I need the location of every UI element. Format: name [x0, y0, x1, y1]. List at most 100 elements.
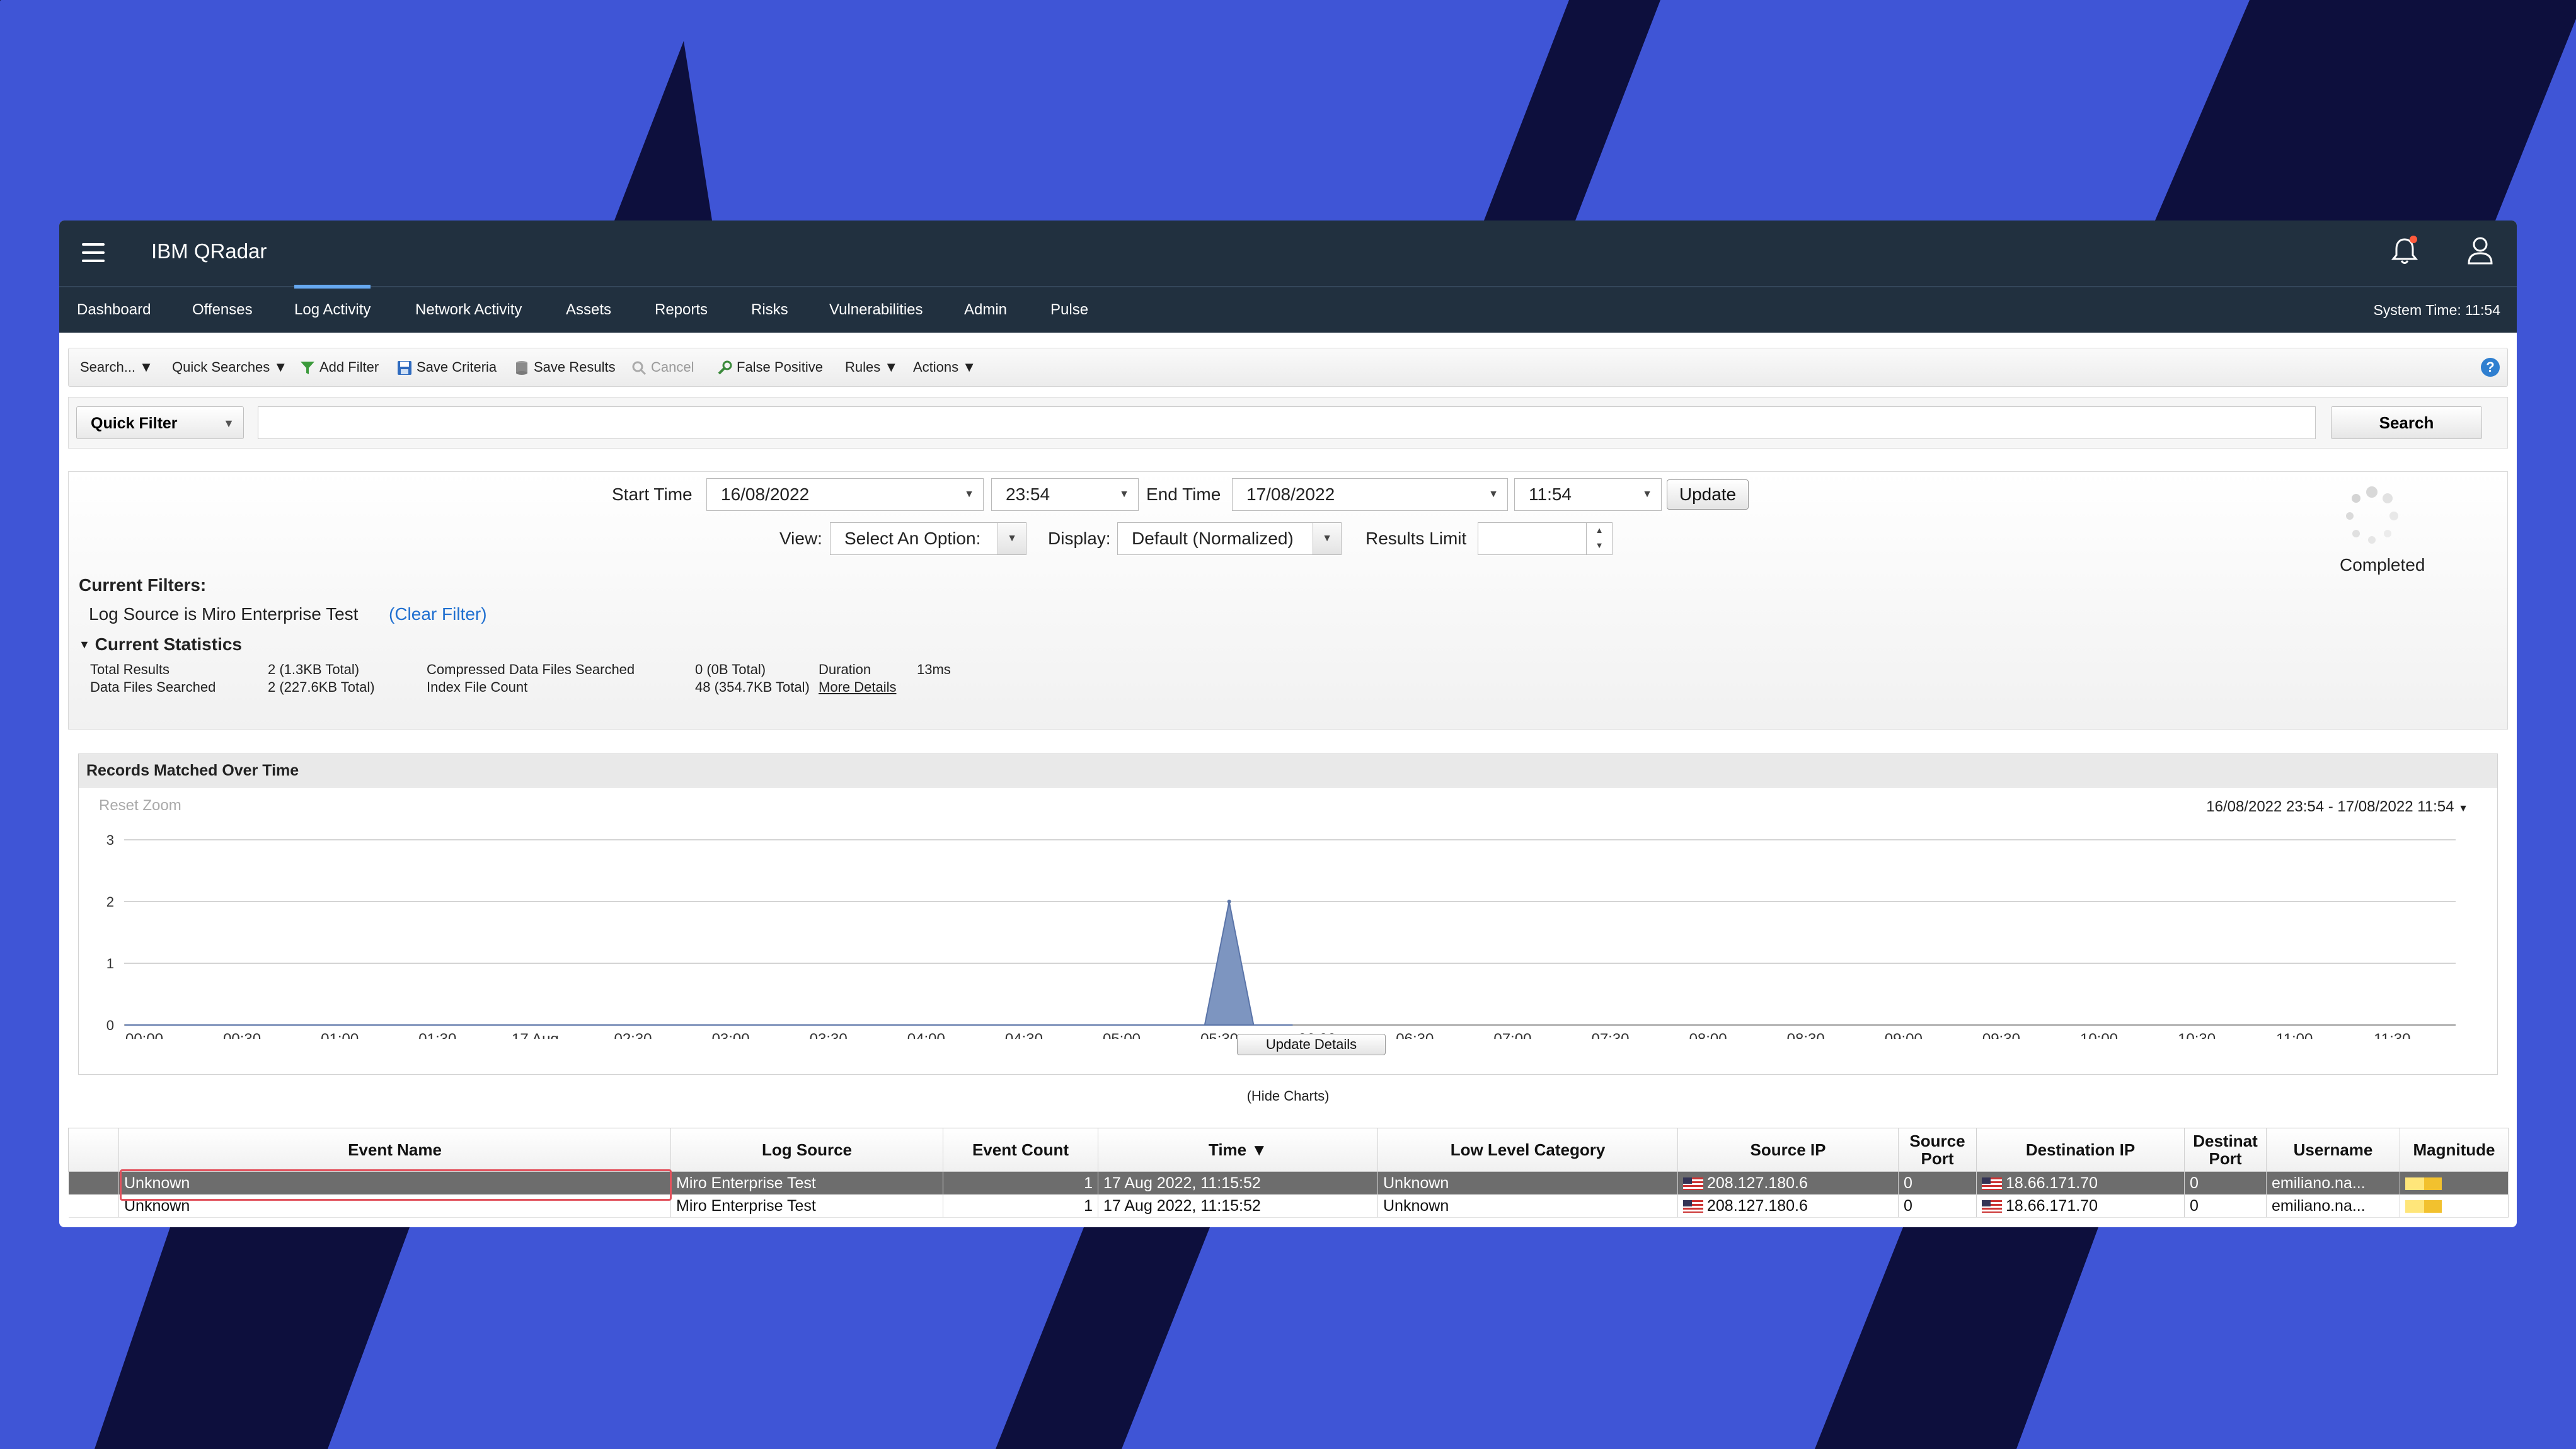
column-header-destination-port[interactable]: Destinat Port: [2184, 1128, 2267, 1172]
background-stripe-1: [614, 41, 712, 220]
save-results-label: Save Results: [534, 359, 616, 375]
destination-ip-cell[interactable]: 18.66.171.70: [1976, 1171, 2185, 1194]
update-details-button[interactable]: Update Details: [1237, 1034, 1386, 1055]
toolbar: Search... ▼ Quick Searches ▼ Add Filter …: [68, 348, 2508, 387]
false-positive-label: False Positive: [737, 359, 823, 375]
quick-searches-menu[interactable]: Quick Searches ▼: [172, 355, 287, 380]
top-bar: IBM QRadar: [59, 220, 2517, 286]
end-time-select[interactable]: 11:54 ▼: [1514, 478, 1662, 511]
magnitude-cell[interactable]: [2400, 1194, 2509, 1218]
column-header-time[interactable]: Time ▼: [1098, 1128, 1378, 1172]
log-source-cell[interactable]: Miro Enterprise Test: [670, 1171, 943, 1194]
x-tick-label: 00:00: [125, 1031, 163, 1039]
results-limit-label: Results Limit: [1366, 529, 1467, 548]
destination-port-cell[interactable]: 0: [2184, 1171, 2267, 1194]
results-limit-input[interactable]: ▲ ▼: [1478, 522, 1613, 555]
column-header-magnitude[interactable]: Magnitude: [2400, 1128, 2509, 1172]
tab-assets[interactable]: Assets: [566, 299, 611, 321]
y-tick-label: 3: [106, 832, 114, 848]
category-cell[interactable]: Unknown: [1377, 1194, 1678, 1218]
x-tick-label: 09:00: [1885, 1031, 1923, 1039]
more-details-link[interactable]: More Details: [819, 679, 896, 696]
rules-menu[interactable]: Rules ▼: [845, 355, 898, 380]
current-statistics-toggle[interactable]: ▼ Current Statistics: [79, 632, 242, 657]
display-value: Default (Normalized): [1132, 529, 1294, 548]
username-cell[interactable]: emiliano.na...: [2266, 1194, 2400, 1218]
tab-log-activity[interactable]: Log Activity: [294, 285, 371, 321]
chevron-down-icon: ▼: [964, 489, 974, 500]
tab-vulnerabilities[interactable]: Vulnerabilities: [829, 299, 923, 321]
clear-filter-link[interactable]: (Clear Filter): [389, 602, 487, 627]
column-header-low-level-category[interactable]: Low Level Category: [1377, 1128, 1678, 1172]
tab-network-activity[interactable]: Network Activity: [415, 299, 522, 321]
event-name-cell[interactable]: Unknown: [118, 1194, 671, 1218]
destination-port-cell[interactable]: 0: [2184, 1194, 2267, 1218]
quick-filter-dropdown[interactable]: Quick Filter ▼: [76, 406, 244, 439]
column-header-destination-ip[interactable]: Destination IP: [1976, 1128, 2185, 1172]
magnitude-cell[interactable]: [2400, 1171, 2509, 1194]
tab-risks[interactable]: Risks: [751, 299, 788, 321]
background-stripe-3: [2155, 0, 2576, 220]
actions-menu[interactable]: Actions ▼: [913, 355, 976, 380]
current-statistics-label: Current Statistics: [95, 634, 243, 654]
y-tick-label: 2: [106, 894, 114, 910]
compressed-files-value: 0 (0B Total): [695, 662, 766, 677]
tab-dashboard[interactable]: Dashboard: [77, 299, 151, 321]
quick-filter-label: Quick Filter: [91, 415, 178, 432]
column-header-log-source[interactable]: Log Source: [670, 1128, 943, 1172]
column-header-event-name[interactable]: Event Name: [118, 1128, 671, 1172]
stepper-arrows-icon[interactable]: ▲ ▼: [1586, 523, 1612, 554]
table-header-row: Event Name Log Source Event Count Time ▼…: [68, 1128, 2509, 1172]
search-menu[interactable]: Search... ▼: [80, 355, 153, 380]
event-count-cell[interactable]: 1: [943, 1194, 1098, 1218]
start-date-select[interactable]: 16/08/2022 ▼: [706, 478, 984, 511]
index-file-label: Index File Count: [427, 679, 528, 695]
view-select[interactable]: Select An Option: ▼: [830, 522, 1026, 555]
table-row[interactable]: Unknown Miro Enterprise Test 1 17 Aug 20…: [68, 1194, 2509, 1218]
time-cell[interactable]: 17 Aug 2022, 11:15:52: [1098, 1171, 1378, 1194]
column-header-username[interactable]: Username: [2266, 1128, 2400, 1172]
display-select[interactable]: Default (Normalized) ▼: [1117, 522, 1342, 555]
quick-filter-input[interactable]: [258, 406, 2316, 439]
username-cell[interactable]: emiliano.na...: [2266, 1171, 2400, 1194]
end-date-select[interactable]: 17/08/2022 ▼: [1232, 478, 1508, 511]
source-ip-cell[interactable]: 208.127.180.6: [1677, 1171, 1899, 1194]
display-label: Display:: [1048, 529, 1111, 548]
column-header-source-port[interactable]: Source Port: [1898, 1128, 1977, 1172]
cancel-button[interactable]: Cancel: [631, 355, 694, 380]
tab-pulse[interactable]: Pulse: [1050, 299, 1088, 321]
event-count-cell[interactable]: 1: [943, 1171, 1098, 1194]
column-header-source-ip[interactable]: Source IP: [1677, 1128, 1899, 1172]
help-icon[interactable]: ?: [2481, 358, 2500, 377]
column-header-select: [68, 1128, 119, 1172]
save-criteria-label: Save Criteria: [417, 359, 497, 375]
hide-charts-link[interactable]: (Hide Charts): [59, 1088, 2517, 1104]
event-name-cell[interactable]: Unknown: [118, 1171, 671, 1194]
current-filters-label: Current Filters:: [79, 575, 207, 595]
loading-spinner-icon: [2346, 486, 2398, 544]
destination-ip-cell[interactable]: 18.66.171.70: [1976, 1194, 2185, 1218]
source-port-cell[interactable]: 0: [1898, 1194, 1977, 1218]
tab-offenses[interactable]: Offenses: [192, 299, 253, 321]
update-button[interactable]: Update: [1667, 479, 1749, 510]
menu-icon[interactable]: [82, 243, 105, 262]
user-profile-icon[interactable]: [2461, 232, 2499, 270]
time-cell[interactable]: 17 Aug 2022, 11:15:52: [1098, 1194, 1378, 1218]
save-criteria-button[interactable]: Save Criteria: [396, 355, 497, 380]
notification-bell-icon[interactable]: [2386, 232, 2424, 270]
row-select-cell[interactable]: [68, 1171, 119, 1194]
log-source-cell[interactable]: Miro Enterprise Test: [670, 1194, 943, 1218]
source-port-cell[interactable]: 0: [1898, 1171, 1977, 1194]
column-header-event-count[interactable]: Event Count: [943, 1128, 1098, 1172]
false-positive-button[interactable]: False Positive: [716, 355, 823, 380]
tab-reports[interactable]: Reports: [655, 299, 708, 321]
row-select-cell[interactable]: [68, 1194, 119, 1218]
table-row[interactable]: Unknown Miro Enterprise Test 1 17 Aug 20…: [68, 1171, 2509, 1194]
start-time-select[interactable]: 23:54 ▼: [991, 478, 1139, 511]
search-button[interactable]: Search: [2331, 406, 2482, 439]
save-results-button[interactable]: Save Results: [514, 355, 616, 380]
category-cell[interactable]: Unknown: [1377, 1171, 1678, 1194]
add-filter-button[interactable]: Add Filter: [299, 355, 379, 380]
tab-admin[interactable]: Admin: [964, 299, 1007, 321]
source-ip-cell[interactable]: 208.127.180.6: [1677, 1194, 1899, 1218]
